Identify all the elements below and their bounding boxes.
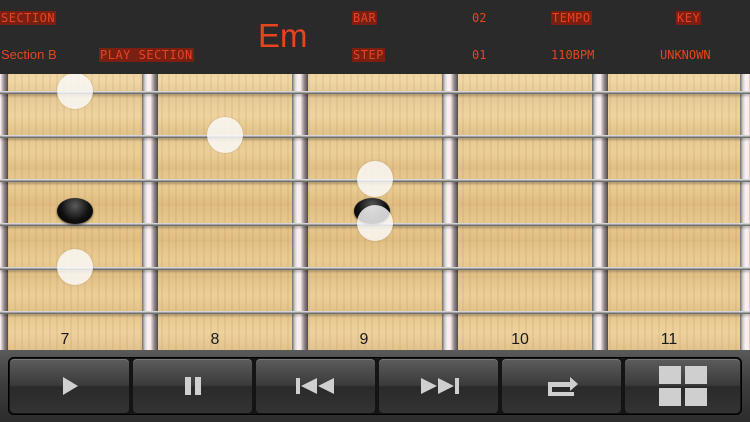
transport-toolbar	[0, 350, 750, 422]
note-marker[interactable]	[357, 205, 393, 241]
repeat-icon	[547, 377, 578, 396]
step-label: STEP	[352, 48, 385, 62]
tempo-value: 110BPM	[551, 48, 595, 62]
key-label: KEY	[676, 11, 702, 25]
fret-wire	[442, 74, 458, 350]
fret-wire	[740, 74, 750, 350]
repeat-button[interactable]	[502, 359, 621, 413]
section-label: SECTION	[0, 11, 57, 25]
grid-menu-button[interactable]	[625, 359, 740, 413]
section-value: Section B	[1, 47, 57, 62]
pause-icon	[184, 377, 201, 395]
guitar-string	[0, 91, 750, 94]
bar-label: BAR	[352, 11, 378, 25]
fretboard[interactable]: 7 8 9 10 11	[0, 74, 750, 350]
fret-wire	[0, 74, 8, 350]
fret-wire	[592, 74, 608, 350]
tempo-label: TEMPO	[551, 11, 592, 25]
root-note-marker[interactable]	[57, 198, 93, 224]
fret-number-8: 8	[210, 331, 220, 348]
step-value: 01	[472, 48, 487, 62]
grid-menu-icon	[658, 366, 707, 406]
note-marker[interactable]	[57, 74, 93, 109]
previous-button[interactable]	[256, 359, 375, 413]
fret-wire	[142, 74, 158, 350]
guitar-string	[0, 267, 750, 270]
info-header: SECTION Section B PLAY SECTION Em BAR 02…	[0, 0, 750, 74]
next-icon	[420, 378, 459, 394]
next-button[interactable]	[379, 359, 498, 413]
play-icon	[62, 377, 78, 395]
key-value: UNKNOWN	[660, 48, 711, 62]
guitar-string	[0, 311, 750, 314]
app-window: SECTION Section B PLAY SECTION Em BAR 02…	[0, 0, 750, 422]
fret-number-9: 9	[359, 331, 369, 348]
bar-value: 02	[472, 11, 487, 25]
pause-button[interactable]	[133, 359, 252, 413]
previous-icon	[295, 378, 334, 394]
guitar-string	[0, 135, 750, 138]
note-marker[interactable]	[207, 117, 243, 153]
current-chord: Em	[258, 17, 308, 54]
toolbar-button-group	[8, 357, 742, 415]
fret-number-11: 11	[660, 331, 678, 348]
note-marker[interactable]	[57, 249, 93, 285]
play-section-toggle[interactable]: PLAY SECTION	[99, 48, 194, 62]
fret-number-7: 7	[60, 331, 70, 348]
fret-number-10: 10	[511, 331, 529, 348]
play-button[interactable]	[10, 359, 129, 413]
fret-wire	[292, 74, 308, 350]
note-marker[interactable]	[357, 161, 393, 197]
